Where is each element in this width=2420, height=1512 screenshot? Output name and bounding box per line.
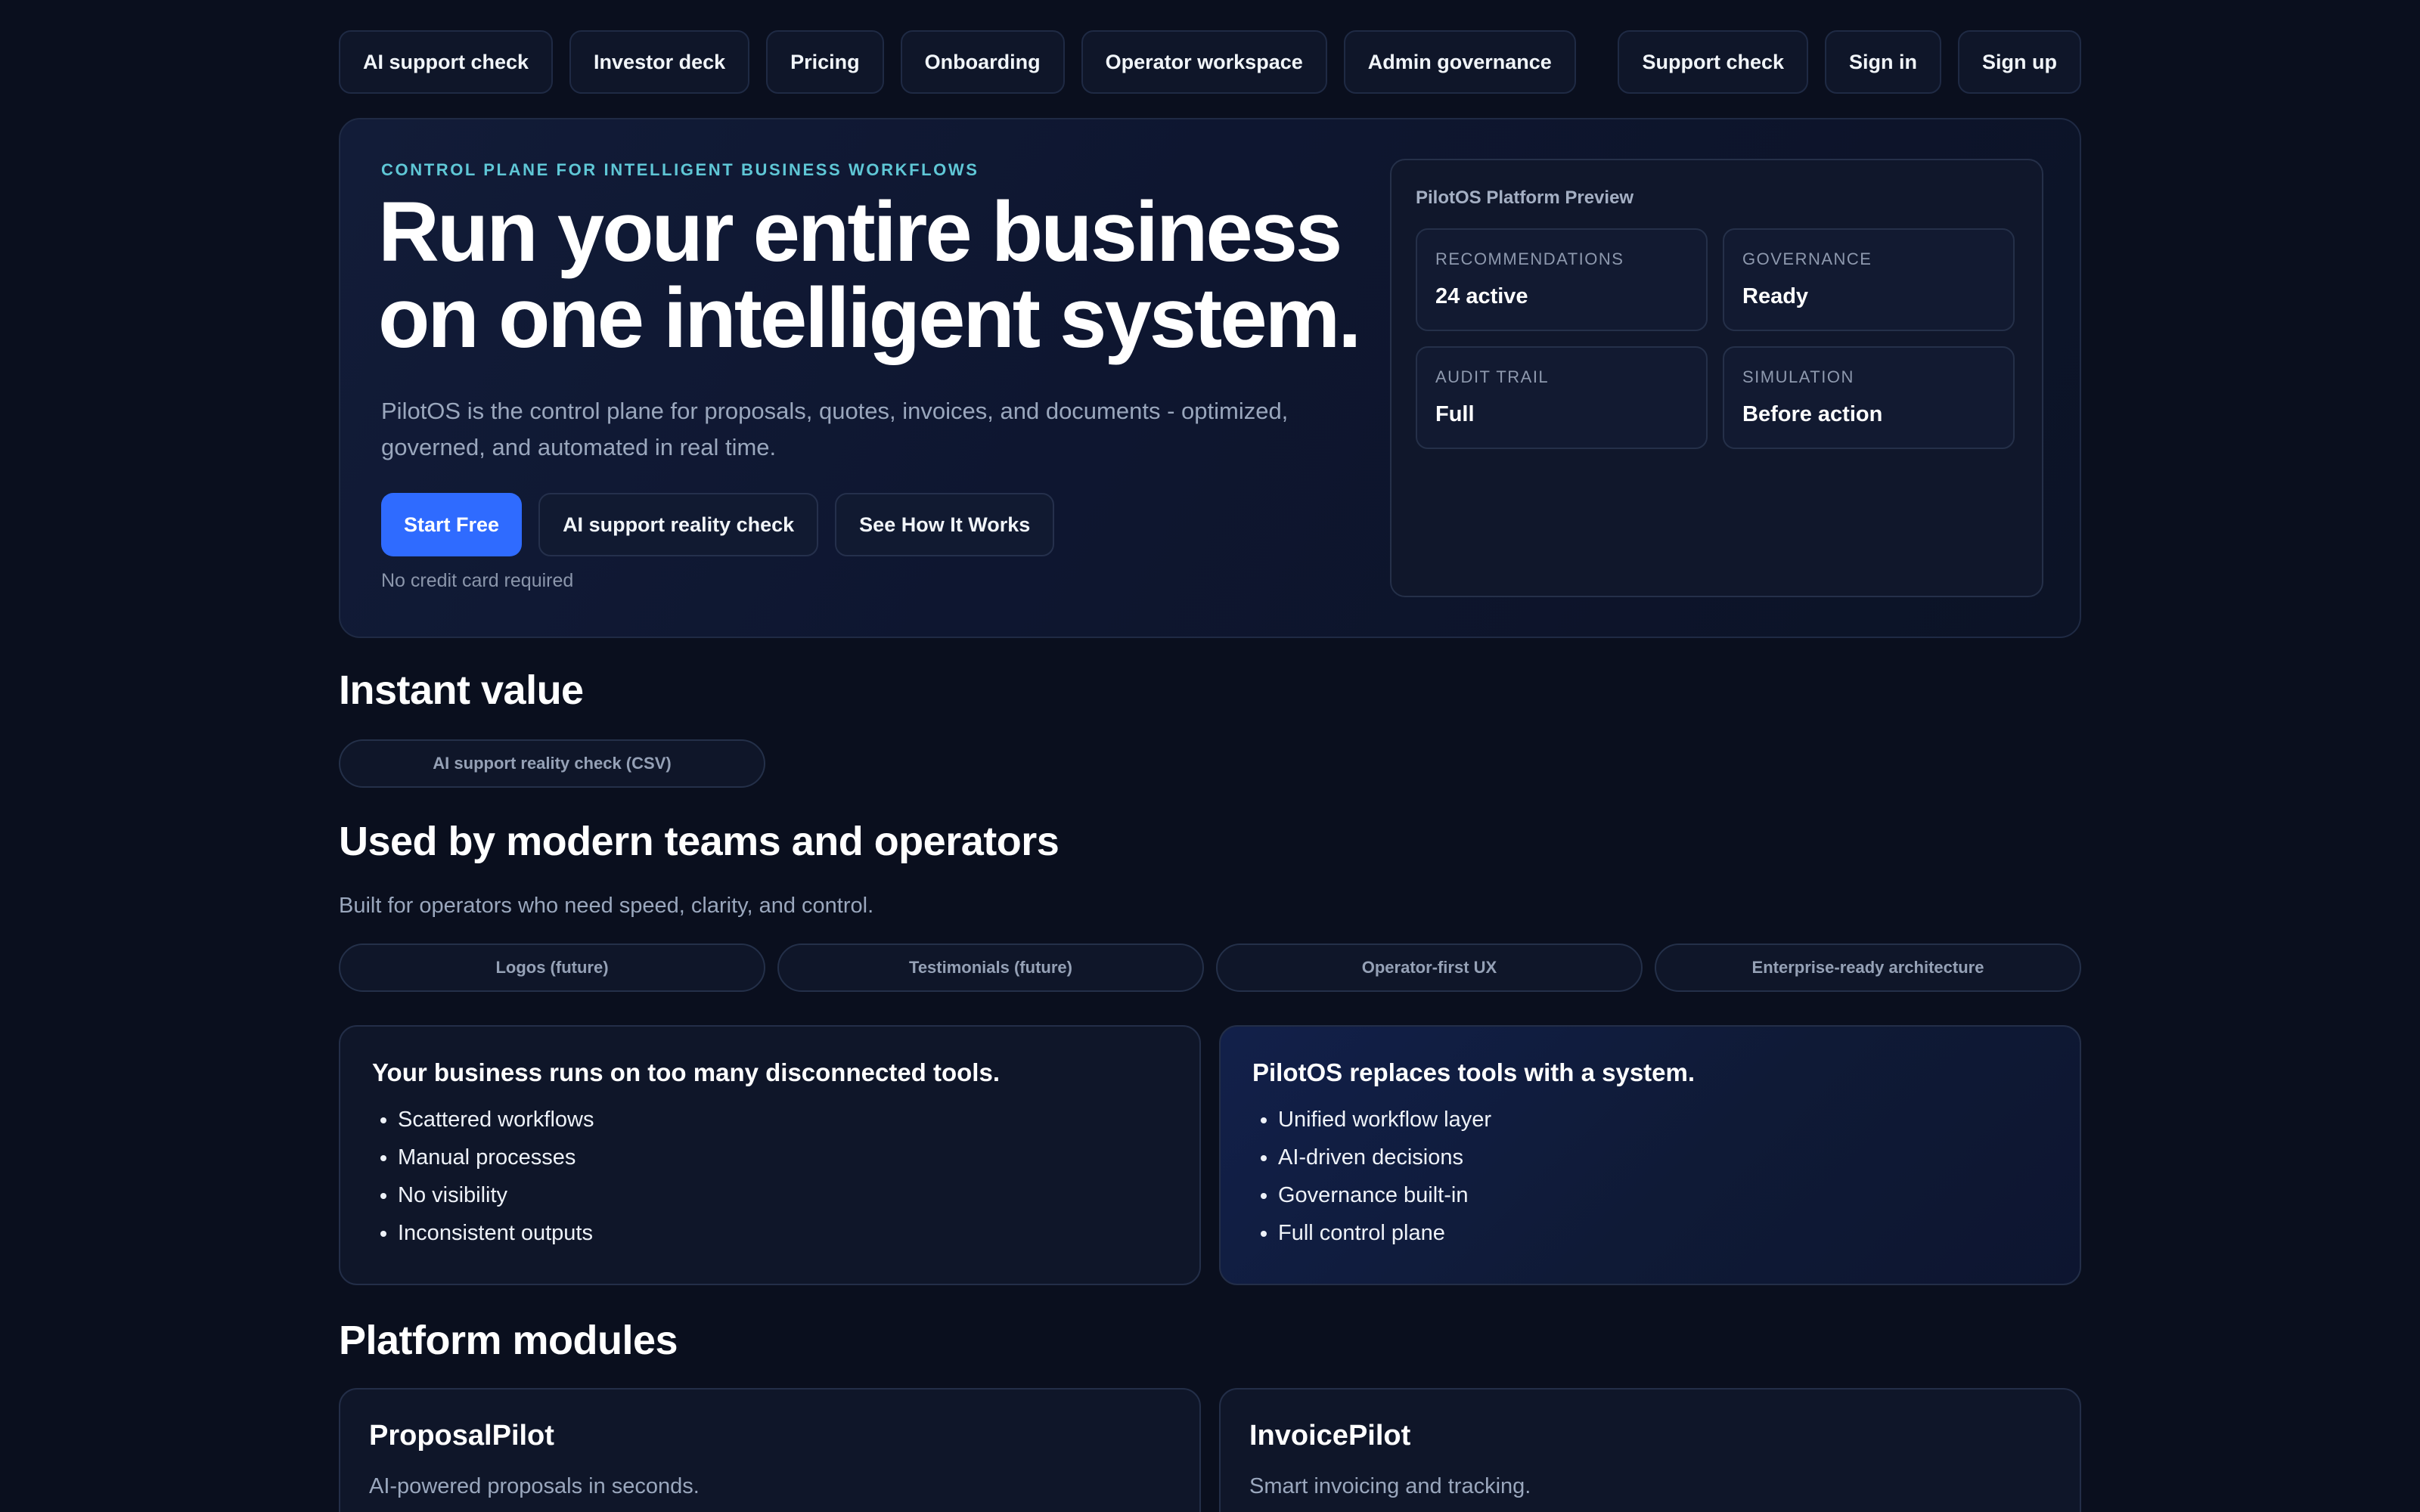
sign-in-button[interactable]: Sign in: [1825, 30, 1942, 94]
solution-card: PilotOS replaces tools with a system. Un…: [1219, 1025, 2081, 1285]
list-item: Manual processes: [398, 1139, 594, 1176]
chip-logos: Logos (future): [339, 943, 765, 992]
module-card-proposalpilot[interactable]: ProposalPilot AI-powered proposals in se…: [339, 1388, 1201, 1512]
hero-section: CONTROL PLANE FOR INTELLIGENT BUSINESS W…: [339, 118, 2081, 638]
list-item: AI-driven decisions: [1278, 1139, 1491, 1176]
see-how-it-works-button[interactable]: See How It Works: [835, 493, 1055, 556]
platform-preview-panel: PilotOS Platform Preview RECOMMENDATIONS…: [1390, 159, 2043, 597]
top-nav: AI support check Investor deck Pricing O…: [339, 30, 2081, 94]
nav-investor-deck[interactable]: Investor deck: [569, 30, 750, 94]
hero-headline: Run your entire business on one intellig…: [378, 189, 1361, 361]
nav-ai-support-check[interactable]: AI support check: [339, 30, 554, 94]
module-description: AI-powered proposals in seconds.: [369, 1474, 700, 1498]
ai-support-reality-check-button[interactable]: AI support reality check: [538, 493, 819, 556]
page: AI support check Investor deck Pricing O…: [0, 0, 2420, 1512]
list-item: Governance built-in: [1278, 1176, 1491, 1214]
solution-title: PilotOS replaces tools with a system.: [1252, 1058, 1696, 1086]
sign-up-button[interactable]: Sign up: [1958, 30, 2081, 94]
stat-card-governance: GOVERNANCE Ready: [1723, 228, 2015, 331]
social-proof-heading: Used by modern teams and operators: [339, 819, 1060, 864]
stat-value: Ready: [1742, 284, 1809, 308]
nav-support-check[interactable]: Support check: [1618, 30, 1809, 94]
problem-card: Your business runs on too many disconnec…: [339, 1025, 1201, 1285]
stat-card-simulation: SIMULATION Before action: [1723, 346, 2015, 449]
primary-nav: AI support check Investor deck Pricing O…: [339, 30, 1576, 94]
list-item: Scattered workflows: [398, 1101, 594, 1139]
nav-operator-workspace[interactable]: Operator workspace: [1081, 30, 1327, 94]
chip-enterprise-ready: Enterprise-ready architecture: [1655, 943, 2081, 992]
platform-modules-heading: Platform modules: [339, 1318, 678, 1363]
stat-value: Before action: [1742, 402, 1883, 426]
nav-admin-governance[interactable]: Admin governance: [1343, 30, 1576, 94]
module-name: ProposalPilot: [369, 1420, 554, 1452]
stat-value: Full: [1435, 402, 1475, 426]
chip-testimonials: Testimonials (future): [777, 943, 1204, 992]
problem-title: Your business runs on too many disconnec…: [372, 1058, 1000, 1086]
account-nav: Support check Sign in Sign up: [1618, 30, 2081, 94]
hero-headline-line-2: on one intelligent system.: [378, 271, 1361, 365]
hero-headline-line-1: Run your entire business: [378, 184, 1342, 279]
list-item: Unified workflow layer: [1278, 1101, 1491, 1139]
stat-label: GOVERNANCE: [1742, 249, 1872, 268]
hero-subtext: PilotOS is the control plane for proposa…: [381, 398, 1289, 460]
stat-label: AUDIT TRAIL: [1435, 367, 1550, 386]
list-item: Inconsistent outputs: [398, 1214, 594, 1252]
problem-list: Scattered workflows Manual processes No …: [398, 1101, 594, 1252]
hero-cta-row: Start Free AI support reality check See …: [381, 493, 1055, 556]
stat-card-recommendations: RECOMMENDATIONS 24 active: [1416, 228, 1708, 331]
nav-pricing[interactable]: Pricing: [766, 30, 884, 94]
preview-title: PilotOS Platform Preview: [1416, 187, 1634, 208]
module-card-invoicepilot[interactable]: InvoicePilot Smart invoicing and trackin…: [1219, 1388, 2081, 1512]
social-proof-lead: Built for operators who need speed, clar…: [339, 894, 874, 918]
solution-list: Unified workflow layer AI-driven decisio…: [1278, 1101, 1491, 1252]
module-description: Smart invoicing and tracking.: [1249, 1474, 1531, 1498]
no-credit-card-note: No credit card required: [381, 570, 574, 591]
stat-label: SIMULATION: [1742, 367, 1854, 386]
start-free-button[interactable]: Start Free: [381, 493, 523, 556]
module-name: InvoicePilot: [1249, 1420, 1411, 1452]
chip-operator-first-ux: Operator-first UX: [1216, 943, 1643, 992]
csv-check-chip[interactable]: AI support reality check (CSV): [339, 739, 765, 788]
instant-value-heading: Instant value: [339, 668, 584, 713]
list-item: Full control plane: [1278, 1214, 1491, 1252]
list-item: No visibility: [398, 1176, 594, 1214]
hero-eyebrow: CONTROL PLANE FOR INTELLIGENT BUSINESS W…: [381, 160, 979, 179]
stat-value: 24 active: [1435, 284, 1528, 308]
stat-card-audit-trail: AUDIT TRAIL Full: [1416, 346, 1708, 449]
stat-label: RECOMMENDATIONS: [1435, 249, 1624, 268]
nav-onboarding[interactable]: Onboarding: [900, 30, 1065, 94]
